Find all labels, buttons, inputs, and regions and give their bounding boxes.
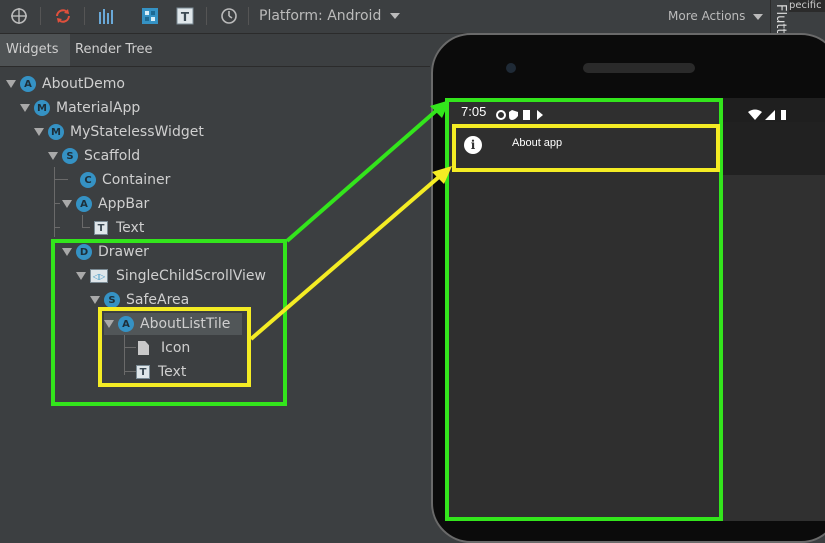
arrows-overlay bbox=[249, 100, 452, 341]
green-arrow-line bbox=[285, 108, 439, 243]
yellow-arrow-line bbox=[249, 174, 442, 341]
